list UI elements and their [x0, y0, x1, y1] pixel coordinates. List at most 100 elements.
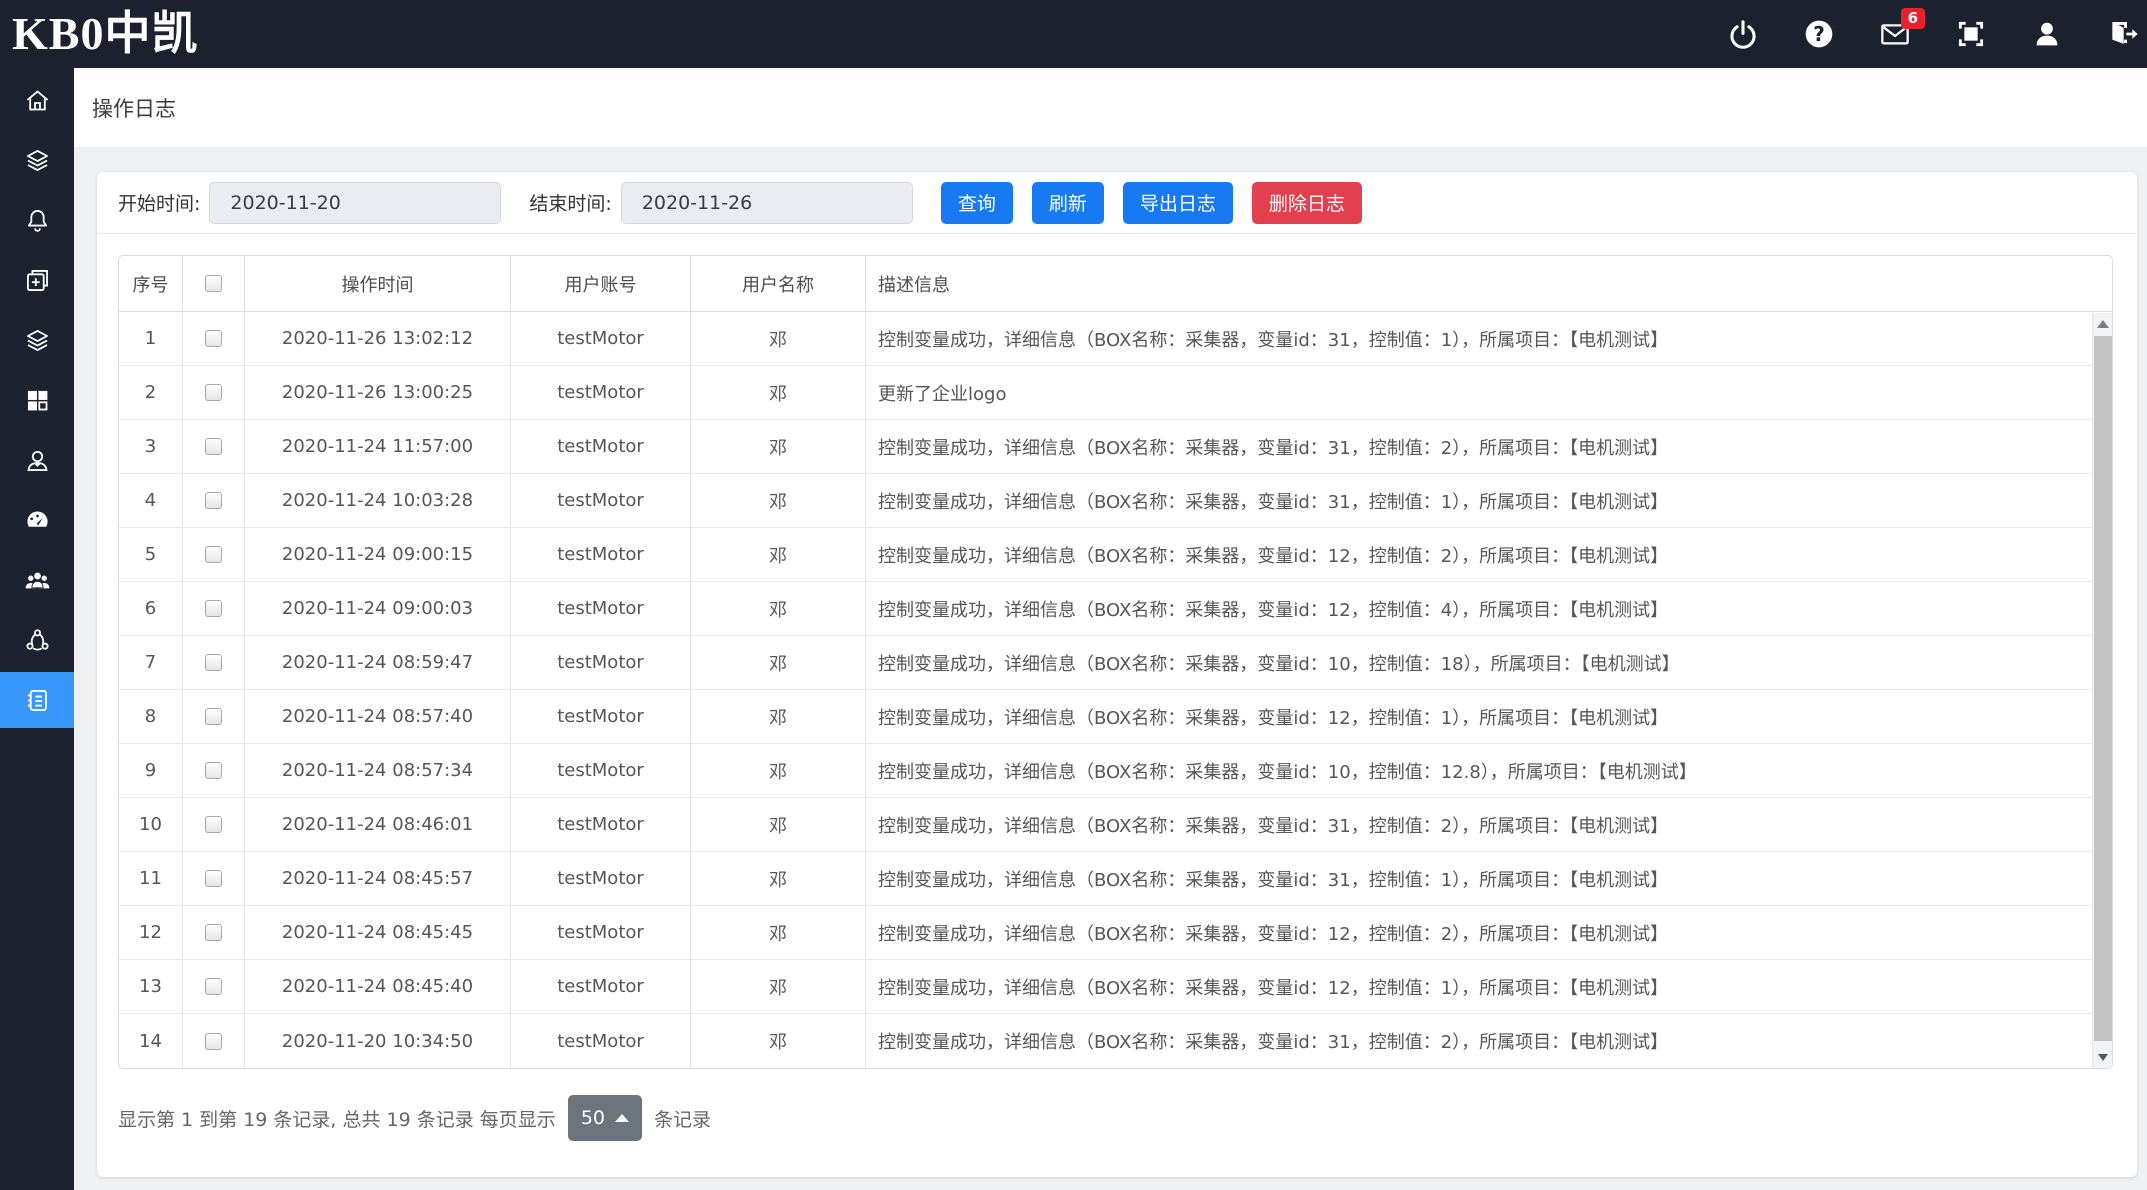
row-desc: 更新了企业logo — [866, 366, 2112, 419]
sidebar-item-dashboard[interactable] — [0, 492, 74, 548]
sidebar-item-alarm[interactable] — [0, 192, 74, 248]
row-name: 邓 — [691, 582, 866, 635]
table-row: 13 2020-11-24 08:45:40 testMotor 邓 控制变量成… — [119, 960, 2112, 1014]
row-checkbox[interactable] — [205, 708, 222, 725]
table-row: 11 2020-11-24 08:45:57 testMotor 邓 控制变量成… — [119, 852, 2112, 906]
sidebar-item-group[interactable] — [0, 552, 74, 608]
row-desc: 控制变量成功，详细信息（BOX名称：采集器，变量id：31，控制值：2），所属项… — [866, 798, 2112, 851]
start-time-label: 开始时间: — [118, 189, 200, 216]
start-time-input[interactable] — [209, 182, 501, 224]
log-icon — [24, 687, 51, 714]
row-desc: 控制变量成功，详细信息（BOX名称：采集器，变量id：12，控制值：1），所属项… — [866, 960, 2112, 1013]
row-seq: 12 — [119, 906, 183, 959]
row-checkbox[interactable] — [205, 330, 222, 347]
row-checkbox[interactable] — [205, 546, 222, 563]
row-account: testMotor — [511, 312, 691, 365]
power-icon[interactable] — [1727, 18, 1759, 50]
sidebar-item-add-project[interactable] — [0, 252, 74, 308]
table-row: 7 2020-11-24 08:59:47 testMotor 邓 控制变量成功… — [119, 636, 2112, 690]
end-time-input[interactable] — [621, 182, 913, 224]
row-seq: 9 — [119, 744, 183, 797]
row-checkbox-cell — [183, 852, 245, 905]
row-checkbox[interactable] — [205, 438, 222, 455]
table-row: 5 2020-11-24 09:00:15 testMotor 邓 控制变量成功… — [119, 528, 2112, 582]
table-scrollbar[interactable] — [2092, 313, 2112, 1068]
row-desc: 控制变量成功，详细信息（BOX名称：采集器，变量id：31，控制值：1），所属项… — [866, 852, 2112, 905]
row-desc: 控制变量成功，详细信息（BOX名称：采集器，变量id：31，控制值：2），所属项… — [866, 1014, 2112, 1068]
add-box-icon — [24, 267, 51, 294]
row-checkbox[interactable] — [205, 978, 222, 995]
sidebar-item-user[interactable] — [0, 432, 74, 488]
table-row: 2 2020-11-26 13:00:25 testMotor 邓 更新了企业l… — [119, 366, 2112, 420]
row-checkbox[interactable] — [205, 816, 222, 833]
row-time: 2020-11-24 08:45:57 — [245, 852, 511, 905]
user-icon[interactable] — [2031, 18, 2063, 50]
main: 操作日志 开始时间: 结束时间: 查询 刷新 导出日志 删除日志 序号 — [74, 68, 2147, 1190]
page-size-select[interactable]: 50 — [568, 1095, 642, 1141]
logout-icon[interactable] — [2107, 18, 2139, 50]
header-checkbox-cell — [183, 256, 245, 311]
row-seq: 4 — [119, 474, 183, 527]
sidebar-item-monitor[interactable] — [0, 132, 74, 188]
sidebar-item-operation-log[interactable] — [0, 672, 74, 728]
row-checkbox-cell — [183, 366, 245, 419]
row-account: testMotor — [511, 474, 691, 527]
row-checkbox-cell — [183, 528, 245, 581]
row-name: 邓 — [691, 312, 866, 365]
row-seq: 7 — [119, 636, 183, 689]
row-checkbox[interactable] — [205, 1033, 222, 1050]
table-row: 4 2020-11-24 10:03:28 testMotor 邓 控制变量成功… — [119, 474, 2112, 528]
export-log-button[interactable]: 导出日志 — [1123, 182, 1233, 224]
refresh-button[interactable]: 刷新 — [1032, 182, 1104, 224]
scrollbar-thumb[interactable] — [2094, 336, 2112, 1041]
row-checkbox-cell — [183, 1014, 245, 1068]
row-time: 2020-11-24 08:57:40 — [245, 690, 511, 743]
header-desc: 描述信息 — [866, 256, 2112, 311]
header-account: 用户账号 — [511, 256, 691, 311]
row-checkbox-cell — [183, 960, 245, 1013]
row-checkbox[interactable] — [205, 654, 222, 671]
svg-text:?: ? — [1813, 22, 1825, 46]
mail-icon[interactable]: 6 — [1879, 18, 1911, 50]
row-seq: 10 — [119, 798, 183, 851]
row-time: 2020-11-24 08:57:34 — [245, 744, 511, 797]
topbar: KB0中凯 ? 6 — [0, 0, 2147, 68]
row-time: 2020-11-24 08:45:40 — [245, 960, 511, 1013]
row-time: 2020-11-24 08:59:47 — [245, 636, 511, 689]
sidebar-item-apps[interactable] — [0, 372, 74, 428]
row-checkbox[interactable] — [205, 924, 222, 941]
help-icon[interactable]: ? — [1803, 18, 1835, 50]
fullscreen-icon[interactable] — [1955, 18, 1987, 50]
row-desc: 控制变量成功，详细信息（BOX名称：采集器，变量id：31，控制值：2），所属项… — [866, 420, 2112, 473]
row-checkbox[interactable] — [205, 870, 222, 887]
select-all-checkbox[interactable] — [205, 275, 222, 292]
table-row: 1 2020-11-26 13:02:12 testMotor 邓 控制变量成功… — [119, 312, 2112, 366]
row-account: testMotor — [511, 366, 691, 419]
grid-icon — [24, 387, 51, 414]
pagination-unit: 条记录 — [654, 1105, 711, 1132]
sidebar-item-home[interactable] — [0, 72, 74, 128]
row-checkbox[interactable] — [205, 600, 222, 617]
row-time: 2020-11-26 13:02:12 — [245, 312, 511, 365]
table-row: 12 2020-11-24 08:45:45 testMotor 邓 控制变量成… — [119, 906, 2112, 960]
delete-log-button[interactable]: 删除日志 — [1252, 182, 1362, 224]
row-seq: 6 — [119, 582, 183, 635]
row-account: testMotor — [511, 960, 691, 1013]
row-desc: 控制变量成功，详细信息（BOX名称：采集器，变量id：10，控制值：12.8），… — [866, 744, 2112, 797]
row-account: testMotor — [511, 906, 691, 959]
row-checkbox[interactable] — [205, 492, 222, 509]
row-desc: 控制变量成功，详细信息（BOX名称：采集器，变量id：10，控制值：18），所属… — [866, 636, 2112, 689]
row-desc: 控制变量成功，详细信息（BOX名称：采集器，变量id：12，控制值：1），所属项… — [866, 690, 2112, 743]
query-button[interactable]: 查询 — [941, 182, 1013, 224]
row-checkbox[interactable] — [205, 762, 222, 779]
row-checkbox[interactable] — [205, 384, 222, 401]
table-header-row: 序号 操作时间 用户账号 用户名称 描述信息 — [119, 256, 2112, 312]
scroll-down-icon[interactable] — [2093, 1046, 2113, 1068]
table-row: 10 2020-11-24 08:46:01 testMotor 邓 控制变量成… — [119, 798, 2112, 852]
table-row: 8 2020-11-24 08:57:40 testMotor 邓 控制变量成功… — [119, 690, 2112, 744]
sidebar-item-network[interactable] — [0, 612, 74, 668]
scroll-up-icon[interactable] — [2093, 313, 2113, 335]
row-desc: 控制变量成功，详细信息（BOX名称：采集器，变量id：12，控制值：2），所属项… — [866, 528, 2112, 581]
sidebar-item-device[interactable] — [0, 312, 74, 368]
row-name: 邓 — [691, 960, 866, 1013]
